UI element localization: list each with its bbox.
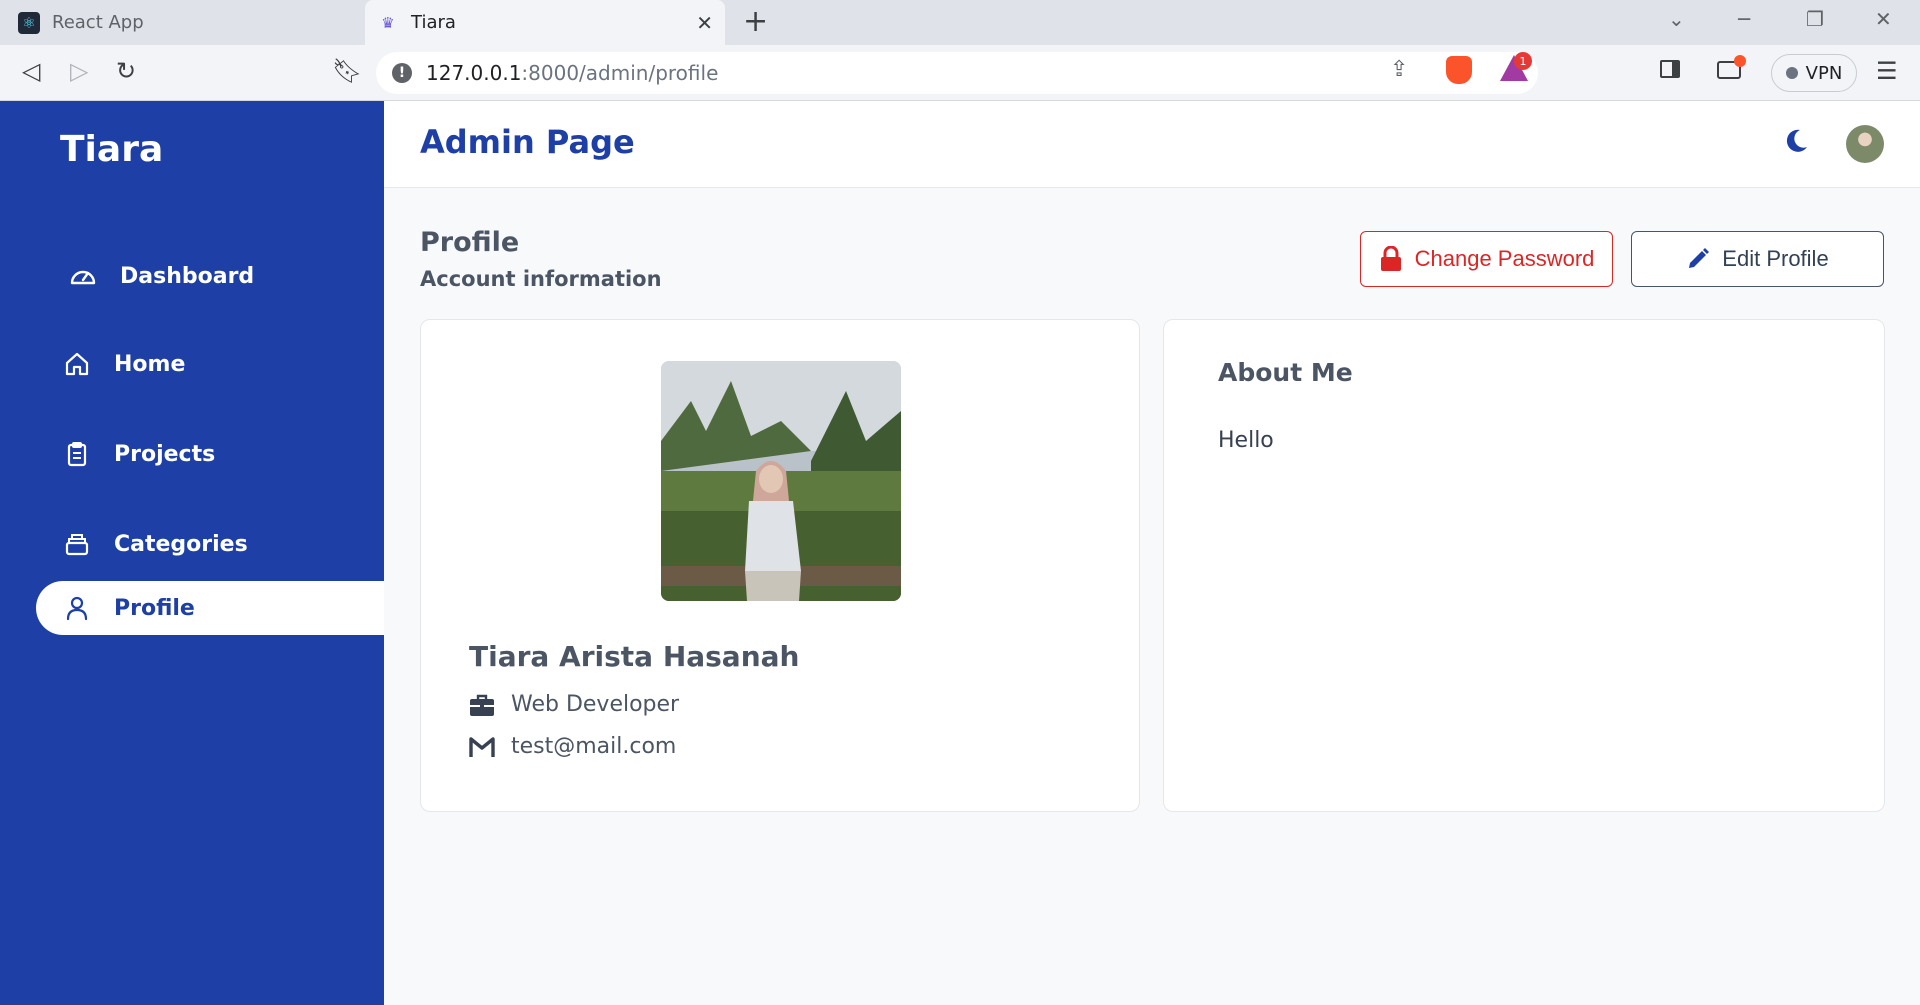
dashboard-gauge-icon: [68, 261, 98, 291]
browser-tab-tiara[interactable]: ♛ Tiara ✕: [365, 0, 725, 45]
share-icon[interactable]: ⇪: [1390, 57, 1408, 82]
home-icon: [62, 349, 92, 379]
restore-window-button[interactable]: ❐: [1806, 7, 1824, 31]
user-avatar[interactable]: [1846, 125, 1884, 163]
sidebar-item-home[interactable]: Home: [36, 337, 384, 391]
profile-photo: [661, 361, 901, 601]
profile-email-row: test@mail.com: [469, 734, 676, 759]
back-icon[interactable]: ◁: [22, 57, 40, 85]
sidebar-toggle-icon[interactable]: [1660, 60, 1680, 78]
sidebar-item-label: Profile: [114, 595, 195, 621]
edit-profile-label: Edit Profile: [1722, 246, 1829, 271]
gmail-icon: [469, 736, 497, 758]
profile-name: Tiara Arista Hasanah: [469, 640, 800, 673]
sidebar-item-projects[interactable]: Projects: [36, 427, 384, 481]
profile-card: Tiara Arista Hasanah Web Developer test@…: [420, 319, 1140, 812]
edit-profile-button[interactable]: Edit Profile: [1631, 231, 1884, 287]
minimize-window-button[interactable]: ─: [1738, 7, 1750, 31]
browser-menu-icon[interactable]: ☰: [1876, 57, 1898, 85]
vpn-button[interactable]: VPN: [1771, 54, 1857, 92]
user-icon: [62, 593, 92, 623]
about-text: Hello: [1218, 428, 1274, 453]
sidebar-item-label: Home: [114, 351, 186, 377]
change-password-label: Change Password: [1414, 246, 1595, 271]
url-host: 127.0.0.1: [426, 61, 522, 85]
reload-icon[interactable]: ↻: [116, 57, 136, 85]
tab-search-chevron-icon[interactable]: ⌄: [1668, 7, 1685, 31]
address-bar[interactable]: ! 127.0.0.1:8000/admin/profile: [376, 52, 1538, 94]
change-password-button[interactable]: Change Password: [1360, 231, 1613, 287]
tab-title: Tiara: [411, 12, 456, 33]
vpn-status-icon: [1785, 67, 1798, 79]
bookmark-icon[interactable]: 🔖︎: [332, 57, 362, 85]
lock-icon: [1379, 246, 1403, 272]
new-tab-button[interactable]: +: [743, 5, 768, 39]
tab-title: React App: [52, 12, 144, 33]
profile-job-row: Web Developer: [469, 692, 679, 717]
react-logo-icon: ⚛: [18, 11, 40, 34]
pencil-icon: [1686, 247, 1710, 271]
sidebar-item-label: Dashboard: [120, 263, 255, 289]
briefcase-icon: [469, 693, 497, 717]
close-window-button[interactable]: ✕: [1875, 7, 1892, 31]
profile-section-subtitle: Account information: [420, 267, 662, 291]
browser-tab-react-app[interactable]: ⚛ React App: [0, 0, 364, 45]
browser-toolbar: ◁ ▷ ↻ 🔖︎ ! 127.0.0.1:8000/admin/profile …: [0, 45, 1920, 101]
about-card: About Me Hello: [1163, 319, 1885, 812]
dark-mode-toggle-moon-icon[interactable]: [1782, 127, 1810, 155]
profile-section-title: Profile: [420, 227, 520, 258]
vpn-label: VPN: [1805, 62, 1843, 84]
wallet-notification-dot: [1734, 55, 1746, 67]
main-header: Admin Page: [384, 101, 1920, 188]
url-path: :8000/admin/profile: [521, 61, 719, 85]
sidebar-item-profile[interactable]: Profile: [36, 581, 384, 635]
profile-email: test@mail.com: [511, 734, 677, 759]
sidebar-item-label: Projects: [114, 441, 216, 467]
crown-icon: ♛: [381, 13, 395, 32]
sidebar-item-label: Categories: [114, 531, 248, 557]
sidebar-item-dashboard[interactable]: Dashboard: [36, 249, 384, 303]
page-title: Admin Page: [420, 123, 635, 161]
layers-icon: [62, 529, 92, 559]
profile-job: Web Developer: [511, 692, 680, 717]
about-title: About Me: [1218, 358, 1353, 387]
clipboard-icon: [62, 439, 92, 469]
brave-shields-icon[interactable]: [1446, 56, 1472, 84]
brand-logo[interactable]: Tiara: [60, 129, 163, 170]
forward-icon[interactable]: ▷: [70, 57, 88, 85]
close-tab-icon[interactable]: ✕: [696, 11, 713, 35]
rewards-badge: 1: [1514, 52, 1532, 70]
sidebar: Tiara Dashboard Home Projects Categories…: [0, 101, 384, 1005]
site-info-icon[interactable]: !: [392, 63, 412, 83]
browser-tab-bar: ⚛ React App ♛ Tiara ✕ + ⌄ ─ ❐ ✕: [0, 0, 1920, 45]
sidebar-item-categories[interactable]: Categories: [36, 517, 384, 571]
